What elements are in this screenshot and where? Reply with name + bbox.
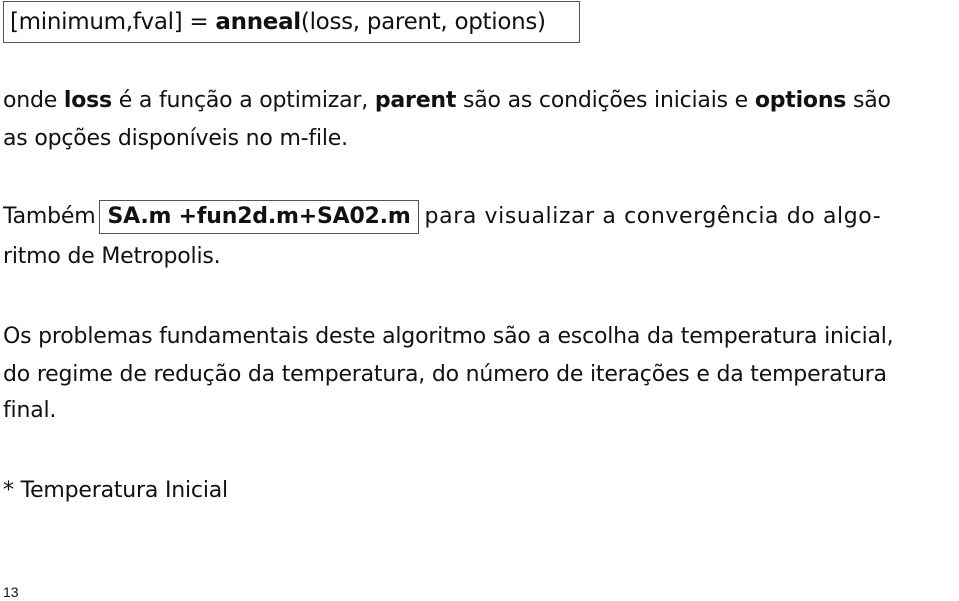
signature-args: (loss, parent, options) — [300, 9, 546, 35]
para1-line2: as opções disponíveis no m-file. — [3, 126, 348, 151]
function-signature-box: [minimum,fval] = anneal(loss, parent, op… — [3, 1, 580, 43]
page-number: 13 — [3, 584, 19, 600]
para2-line1: Também SA.m +fun2d.m+SA02.m para visualiza… — [3, 200, 881, 234]
text: são — [846, 88, 891, 113]
file-names: SA.m +fun2d.m+SA02.m — [107, 204, 411, 229]
signature-function-name: anneal — [215, 9, 301, 35]
text: é a função a optimizar, — [111, 88, 375, 113]
para3-line3: final. — [3, 398, 57, 423]
text: onde — [3, 88, 64, 113]
para3-line2: do regime de redução da temperatura, do … — [3, 362, 887, 387]
para2-line2: ritmo de Metropolis. — [3, 244, 221, 269]
text: são as condições iniciais e — [456, 88, 755, 113]
para3-line1: Os problemas fundamentais deste algoritm… — [3, 324, 894, 349]
para1-line1: onde loss é a função a optimizar, parent… — [3, 88, 891, 113]
signature-equals: = — [189, 9, 209, 35]
keyword-loss: loss — [63, 88, 112, 113]
keyword-options: options — [754, 88, 847, 113]
keyword-parent: parent — [374, 88, 457, 113]
section-heading: * Temperatura Inicial — [3, 478, 228, 503]
files-box: SA.m +fun2d.m+SA02.m — [99, 200, 419, 234]
text: Também — [3, 204, 96, 229]
text: para visualizar a convergência do algo- — [424, 204, 882, 229]
signature-outputs: [minimum,fval] — [10, 9, 183, 35]
